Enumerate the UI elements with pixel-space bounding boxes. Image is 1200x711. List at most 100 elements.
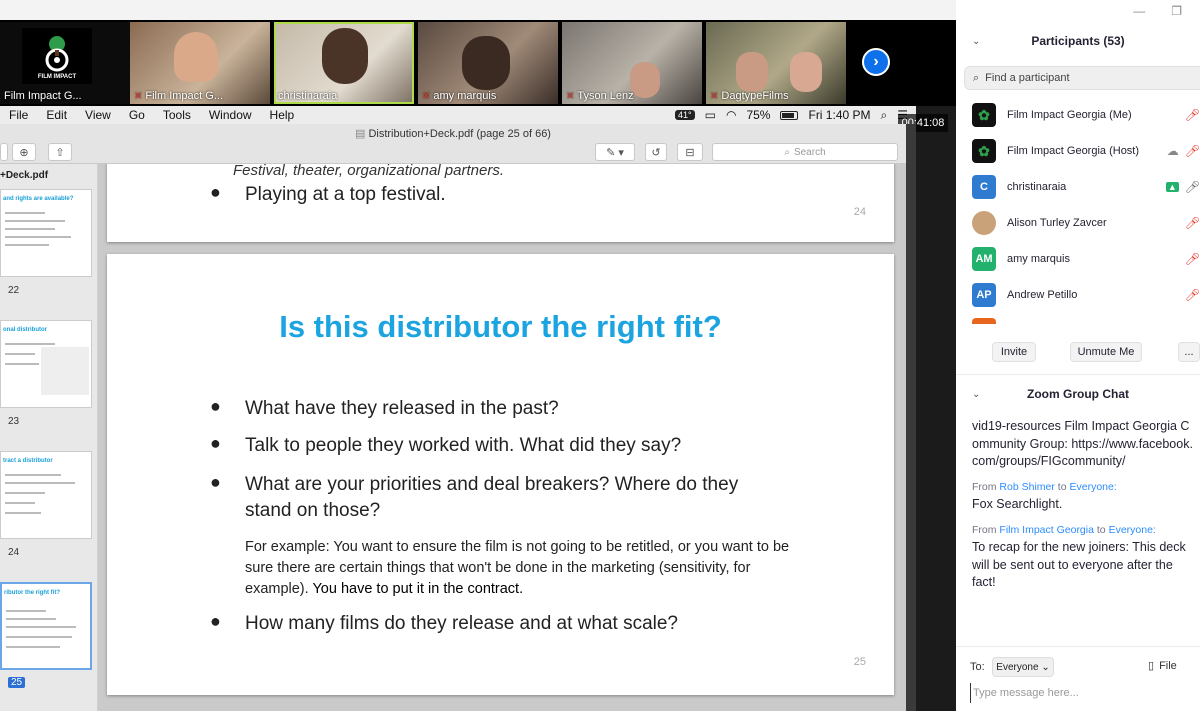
mic-icon[interactable]: 🎤︎ bbox=[1185, 180, 1200, 194]
chat-message-text: To recap for the new joiners: This deck … bbox=[972, 540, 1186, 589]
page-number: 23 bbox=[8, 416, 20, 427]
menu-file[interactable]: File bbox=[0, 108, 37, 122]
mic-muted-icon[interactable]: 🎤︎ bbox=[1185, 252, 1200, 266]
chat-message-text: Fox Searchlight. bbox=[972, 497, 1063, 511]
page-number: 24 bbox=[853, 206, 866, 218]
divider bbox=[956, 374, 1200, 375]
markup-button[interactable]: ✎ ▾ bbox=[595, 143, 635, 161]
more-button[interactable]: ... bbox=[1178, 342, 1200, 362]
clock[interactable]: Fri 1:40 PM bbox=[808, 108, 870, 122]
menu-help[interactable]: Help bbox=[261, 108, 304, 122]
participant-row[interactable]: AP Andrew Petillo 🎤︎ bbox=[972, 282, 1200, 308]
thumbnail-page[interactable]: tract a distributor bbox=[0, 451, 92, 539]
menu-view[interactable]: View bbox=[76, 108, 120, 122]
participant-row[interactable]: Alison Turley Zavcer 🎤︎ bbox=[972, 210, 1200, 236]
search-icon: ⌕ bbox=[973, 71, 980, 84]
thumbnail-sidebar: +Deck.pdf and rights are available? 22 o… bbox=[0, 164, 98, 711]
invite-button[interactable]: Invite bbox=[992, 342, 1036, 362]
mic-muted-icon[interactable]: 🎤︎ bbox=[1185, 144, 1200, 158]
toolbox-button[interactable]: ⊟ bbox=[677, 143, 703, 161]
sidebar-doc-name: +Deck.pdf bbox=[0, 170, 49, 181]
bullet-item: ● Talk to people they worked with. What d… bbox=[210, 433, 682, 456]
file-button[interactable]: ▯ File bbox=[1148, 659, 1177, 673]
video-tile[interactable]: ✕ Film Impact G... bbox=[130, 22, 270, 104]
restore-icon[interactable]: ❐ bbox=[1171, 4, 1182, 18]
battery-icon bbox=[780, 110, 799, 120]
video-tile[interactable]: ✕ DagtypeFilms bbox=[706, 22, 846, 104]
recipient-select[interactable]: Everyone ⌄ bbox=[992, 657, 1054, 677]
mic-muted-icon: ✕ bbox=[422, 90, 431, 102]
menu-window[interactable]: Window bbox=[200, 108, 261, 122]
chevron-down-icon[interactable]: ⌄ bbox=[972, 389, 980, 400]
participant-video bbox=[174, 32, 218, 82]
weather-widget[interactable]: 41° bbox=[675, 110, 695, 120]
avatar: C bbox=[972, 175, 996, 199]
pdf-page-24: Festival, theater, organizational partne… bbox=[107, 164, 894, 242]
participant-row[interactable]: ✿ Film Impact Georgia (Host) ☁ 🎤︎ bbox=[972, 138, 1200, 164]
share-button[interactable]: ⇧ bbox=[48, 143, 72, 161]
tile-name: ✕ Tyson Lenz bbox=[566, 90, 634, 102]
participant-video bbox=[630, 62, 660, 98]
menu-tools[interactable]: Tools bbox=[154, 108, 200, 122]
avatar: AM bbox=[972, 247, 996, 271]
film-impact-avatar: ✿ bbox=[972, 103, 996, 127]
mic-muted-icon[interactable]: 🎤︎ bbox=[1185, 288, 1200, 302]
bullet-item: ● What are your priorities and deal break… bbox=[210, 472, 739, 521]
film-impact-logo: FILM IMPACT bbox=[22, 28, 92, 84]
shared-screen: FILM IMPACT Film Impact G... ✕ Film Impac… bbox=[0, 0, 956, 711]
minimize-icon[interactable]: — bbox=[1133, 4, 1145, 18]
scrollbar[interactable] bbox=[906, 124, 916, 711]
mic-muted-icon[interactable]: 🎤︎ bbox=[1185, 216, 1200, 230]
chat-messages: .......... vid19-resources Film Impact G… bbox=[972, 410, 1194, 638]
spotlight-search-icon[interactable]: ⌕ bbox=[881, 108, 888, 123]
participants-header: ⌄ Participants (53) bbox=[972, 34, 1125, 48]
screen-share-icon: ▲ bbox=[1165, 182, 1179, 192]
file-icon: ▯ bbox=[1148, 660, 1155, 672]
rotate-icon: ↺ bbox=[651, 146, 661, 159]
chat-header: ⌄ Zoom Group Chat bbox=[972, 387, 1129, 401]
pen-icon: ✎ ▾ bbox=[606, 146, 624, 159]
rotate-button[interactable]: ↺ bbox=[645, 143, 667, 161]
cloud-record-icon: ☁ bbox=[1166, 144, 1179, 158]
page-number: 25 bbox=[853, 656, 866, 668]
participant-row[interactable]: ✿ Film Impact Georgia (Me) 🎤︎ bbox=[972, 102, 1200, 128]
sidebar-toggle-button[interactable] bbox=[0, 143, 8, 161]
tile-name: ✕ DagtypeFilms bbox=[710, 90, 789, 102]
wifi-icon[interactable]: ◠ bbox=[726, 108, 736, 122]
mic-muted-icon[interactable]: 🎤︎ bbox=[1185, 108, 1200, 122]
menu-go[interactable]: Go bbox=[120, 108, 154, 122]
partial-line: Festival, theater, organizational partne… bbox=[233, 164, 504, 179]
mac-menu-bar: File Edit View Go Tools Window Help 41° … bbox=[0, 106, 916, 124]
video-tile[interactable]: ✕ amy marquis bbox=[418, 22, 558, 104]
bullet-item: ● How many films do they release and at w… bbox=[210, 611, 678, 634]
chat-message-input[interactable] bbox=[970, 683, 1190, 703]
logo-text: FILM IMPACT bbox=[37, 74, 77, 80]
zoom-icon: ⊕ bbox=[19, 146, 29, 159]
pdf-page-25: Is this distributor the right fit? ● What… bbox=[107, 254, 894, 695]
preview-search[interactable]: ⌕ Search bbox=[712, 143, 898, 161]
thumbnail-page[interactable]: and rights are available? bbox=[0, 189, 92, 277]
thumbnail-page[interactable]: onal distributor bbox=[0, 320, 92, 408]
airplay-icon[interactable]: ▭ bbox=[705, 108, 716, 122]
menu-edit[interactable]: Edit bbox=[37, 108, 76, 122]
cut-off-line: .......... bbox=[972, 411, 1007, 418]
zoom-in-button[interactable]: ⊕ bbox=[12, 143, 36, 161]
unmute-me-button[interactable]: Unmute Me bbox=[1070, 342, 1142, 362]
battery-percent[interactable]: 75% bbox=[746, 108, 770, 122]
pdf-icon: ▤ bbox=[355, 128, 369, 140]
zoom-side-panel: — ❐ ⌄ Participants (53) ⌕ Find a partici… bbox=[956, 0, 1200, 711]
thumbnail-page-selected[interactable]: ributor the right fit? bbox=[0, 582, 92, 670]
participant-row[interactable]: AM amy marquis 🎤︎ bbox=[972, 246, 1200, 272]
video-tile[interactable]: ✕ Tyson Lenz bbox=[562, 22, 702, 104]
search-icon: ⌕ bbox=[784, 146, 790, 158]
bullet-item: ● Playing at a top festival. bbox=[210, 182, 446, 205]
participant-search[interactable]: ⌕ Find a participant bbox=[964, 66, 1200, 90]
video-tile[interactable]: FILM IMPACT Film Impact G... bbox=[0, 22, 140, 104]
video-tile-active-speaker[interactable]: christinaraia bbox=[274, 22, 414, 104]
menu-bar-status: 41° ▭ ◠ 75% Fri 1:40 PM ⌕ ☰ bbox=[675, 108, 916, 123]
participant-row[interactable]: C christinaraia ▲ 🎤︎ bbox=[972, 174, 1200, 200]
chevron-down-icon[interactable]: ⌄ bbox=[972, 36, 980, 47]
preview-toolbar: ▤ Distribution+Deck.pdf (page 25 of 66) … bbox=[0, 124, 906, 164]
next-page-button[interactable]: › bbox=[862, 48, 890, 76]
page-number: 22 bbox=[8, 285, 20, 296]
